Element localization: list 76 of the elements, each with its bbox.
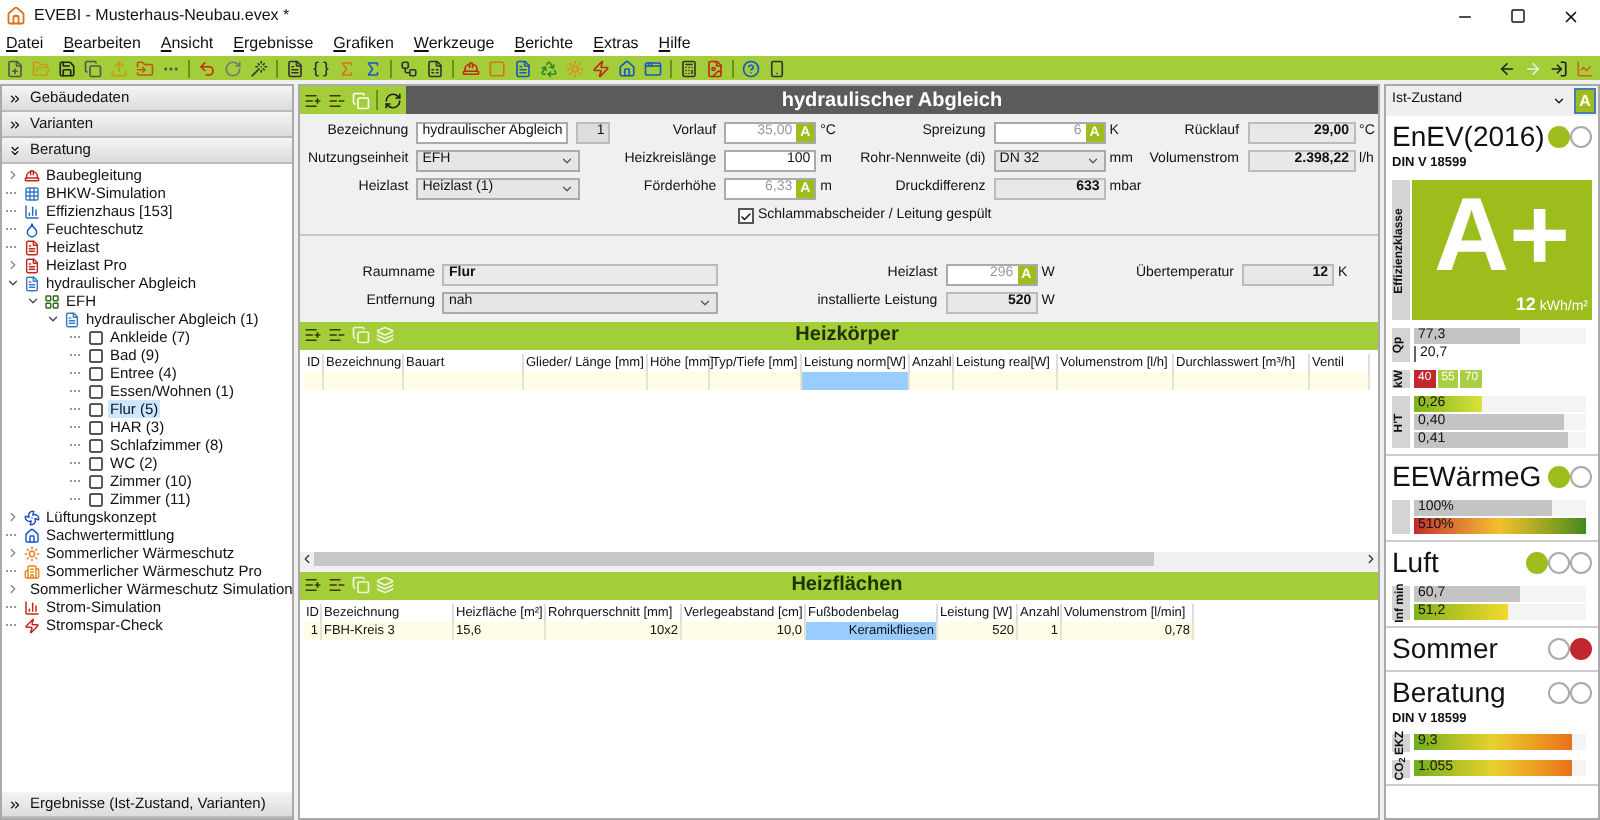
remove-row-icon[interactable]: [328, 326, 346, 344]
flow-icon[interactable]: [400, 59, 418, 77]
section-title: Beratung: [1392, 678, 1508, 708]
undo-icon[interactable]: [198, 59, 216, 77]
add-row-icon[interactable]: [304, 91, 322, 109]
close-icon[interactable]: [1562, 7, 1580, 25]
section-title: EnEV(2016): [1392, 122, 1547, 152]
window-title: EVEBI - Musterhaus-Neubau.evex *: [34, 4, 292, 28]
sun-icon: [24, 545, 40, 561]
section-title: EEWärmeG: [1392, 462, 1544, 492]
scroll-left-icon[interactable]: [300, 552, 314, 567]
brackets-icon[interactable]: [312, 59, 330, 77]
droplet-icon: [24, 221, 40, 237]
bars-icon: [24, 599, 40, 615]
document-icon: [64, 311, 80, 327]
calculator-icon[interactable]: [680, 59, 698, 77]
floor-plan-icon: [44, 293, 60, 309]
spreadsheet-icon[interactable]: [426, 59, 444, 77]
menu-item[interactable]: Grafiken: [333, 32, 394, 56]
app-logo-icon: [6, 6, 26, 26]
double-chevron-right-icon[interactable]: [8, 797, 22, 811]
remove-row-icon[interactable]: [328, 576, 346, 595]
section-title: Sommer: [1392, 634, 1500, 664]
new-file-icon[interactable]: [6, 59, 24, 77]
menu-item[interactable]: Bearbeiten: [63, 32, 141, 56]
menu-item[interactable]: Ansicht: [160, 32, 214, 56]
report-icon[interactable]: [706, 59, 724, 77]
help-icon[interactable]: [742, 59, 760, 77]
lightning-icon: [24, 617, 40, 633]
house-icon: [24, 527, 40, 543]
chevron-right-icon[interactable]: [6, 510, 20, 524]
house-icon[interactable]: [618, 59, 636, 77]
wand-icon[interactable]: [250, 59, 268, 77]
scrollbar[interactable]: [314, 552, 1154, 567]
hard-hat-icon: [24, 167, 40, 183]
back-icon[interactable]: [1498, 59, 1516, 77]
remove-row-icon[interactable]: [328, 91, 346, 109]
chevron-down-icon[interactable]: [1552, 94, 1566, 108]
add-row-icon[interactable]: [304, 326, 322, 344]
document-icon[interactable]: [286, 59, 304, 77]
menu-item[interactable]: Extras: [593, 32, 639, 56]
menu-item[interactable]: Hilfe: [658, 32, 691, 56]
double-chevron-down-icon[interactable]: [8, 143, 22, 157]
label-strip: [1392, 500, 1410, 534]
chevron-right-icon[interactable]: [6, 546, 20, 560]
refresh-icon[interactable]: [384, 91, 402, 109]
building-icon: [24, 563, 40, 579]
menu-item[interactable]: Werkzeuge: [413, 32, 495, 56]
chevron-right-icon[interactable]: [6, 582, 20, 596]
fan-icon: [24, 509, 40, 525]
import-icon[interactable]: [1550, 59, 1568, 77]
add-row-icon[interactable]: [304, 576, 322, 595]
energy-value: 12: [1515, 292, 1536, 318]
chevron-right-icon[interactable]: [6, 168, 20, 182]
bars-icon: [24, 203, 40, 219]
menu-item[interactable]: Ergebnisse: [233, 32, 314, 56]
table-title: Heizkörper: [793, 322, 901, 350]
menu-item[interactable]: Datei: [6, 32, 44, 56]
maximize-icon[interactable]: [1510, 8, 1526, 24]
section-title: Luft: [1392, 548, 1441, 578]
window-icon[interactable]: [644, 59, 662, 77]
device-icon[interactable]: [768, 59, 786, 77]
grade-label: A+: [1434, 180, 1570, 292]
panel-title: hydraulischer Abgleich: [781, 87, 1003, 115]
menu-item[interactable]: Berichte: [514, 32, 574, 56]
save-icon[interactable]: [58, 59, 76, 77]
checkbox[interactable]: [738, 208, 754, 225]
double-chevron-right-icon[interactable]: [8, 117, 22, 131]
scroll-right-icon[interactable]: [1364, 552, 1378, 567]
double-chevron-right-icon[interactable]: [8, 91, 22, 105]
document-icon[interactable]: [514, 59, 532, 77]
copy-icon[interactable]: [84, 59, 102, 77]
table-title: Heizflächen: [789, 572, 905, 601]
hard-hat-icon[interactable]: [462, 59, 480, 77]
lightning-icon[interactable]: [592, 59, 610, 77]
grid-icon: [24, 185, 40, 201]
